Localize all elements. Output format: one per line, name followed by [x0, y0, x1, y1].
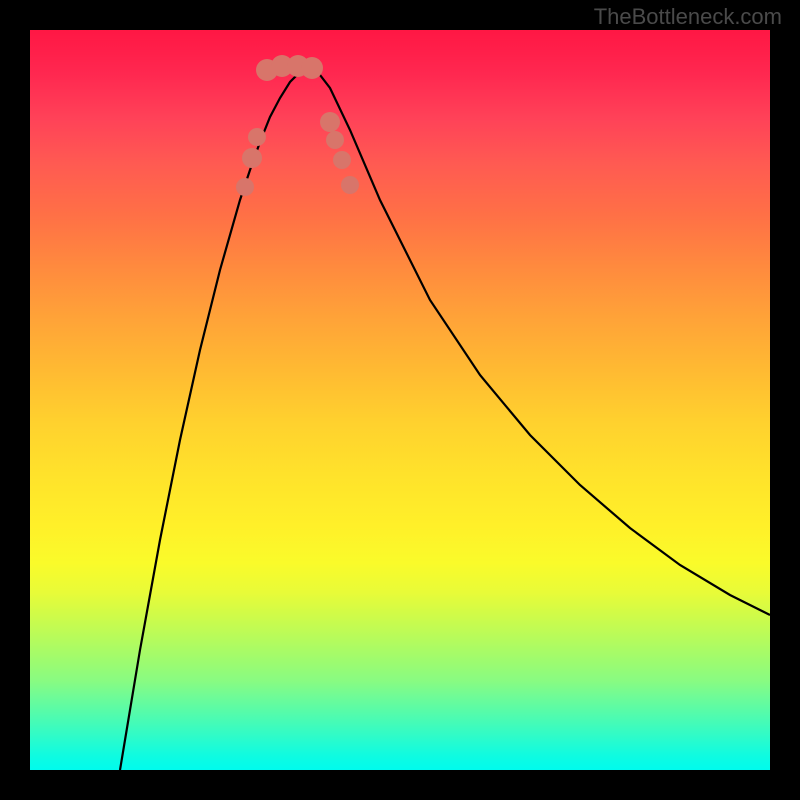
data-marker — [333, 151, 351, 169]
data-marker — [326, 131, 344, 149]
curve-overlay — [30, 30, 770, 770]
data-marker — [320, 112, 340, 132]
bottleneck-curve — [120, 70, 770, 770]
data-marker — [301, 57, 323, 79]
data-marker — [236, 178, 254, 196]
data-marker — [341, 176, 359, 194]
chart-container: TheBottleneck.com — [0, 0, 800, 800]
watermark-text: TheBottleneck.com — [594, 4, 782, 30]
data-marker — [242, 148, 262, 168]
plot-area — [30, 30, 770, 770]
data-marker — [248, 128, 266, 146]
